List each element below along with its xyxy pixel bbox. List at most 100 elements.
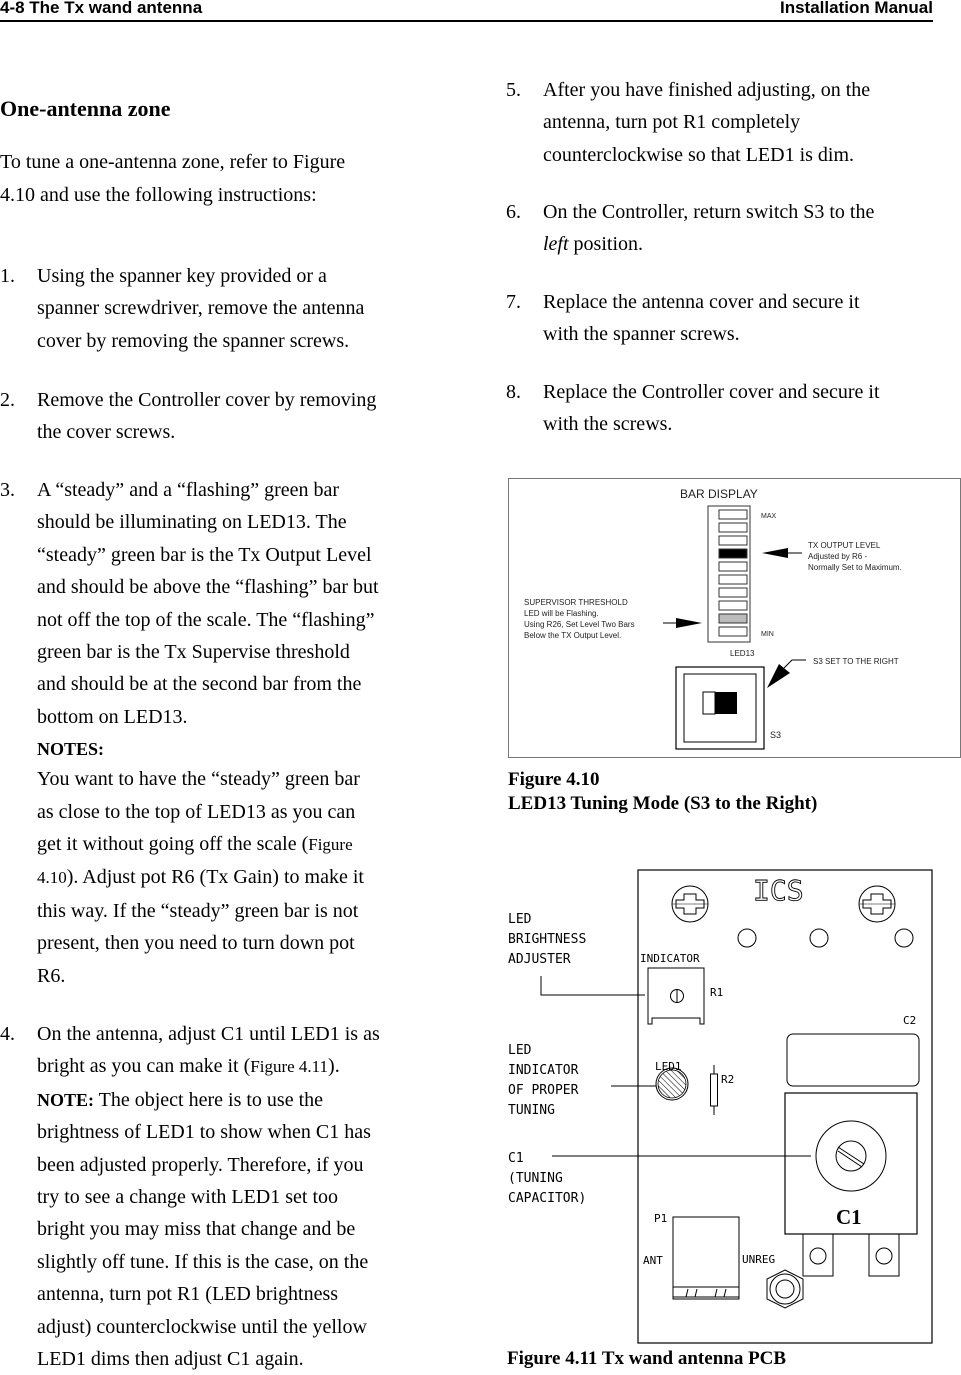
figure-4-10-bar-display: BAR DISPLAY MAX MIN LED13 TX OUTPUT LEVE…: [508, 478, 961, 758]
note-line: present, then you need to turn down pot: [37, 932, 355, 955]
callout-brightness-line: ADJUSTER: [508, 952, 571, 967]
step-line: “steady” green bar is the Tx Output Leve…: [37, 543, 372, 566]
mounting-hole: [809, 928, 829, 948]
led-bar: [718, 626, 748, 637]
note-line: You want to have the “steady” green bar: [37, 768, 360, 791]
s3-label: S3: [770, 730, 781, 740]
step-line: the cover screws.: [37, 421, 176, 444]
step-line: antenna, turn pot R1 completely: [543, 111, 801, 134]
note-line: 4.10). Adjust pot R6 (Tx Gain) to make i…: [37, 861, 437, 894]
supervisor-line: Using R26, Set Level Two Bars: [524, 620, 635, 629]
mounting-hole: [894, 928, 914, 948]
step-line: and should be above the “flashing” bar b…: [37, 576, 379, 599]
step-number: 4.: [0, 1023, 15, 1045]
step-line: Replace the Controller cover and secure …: [543, 381, 880, 403]
supervisor-line: Below the TX Output Level.: [524, 631, 621, 640]
c1-label: C1: [836, 1205, 862, 1229]
c2-component: [786, 1033, 920, 1087]
callout-led-line: LED: [508, 1043, 532, 1058]
figure-4-10-caption: Figure 4.10 LED13 Tuning Mode (S3 to the…: [508, 768, 817, 816]
figure-ref: Figure: [308, 835, 353, 855]
step-number: 1.: [0, 265, 15, 287]
note-line: this way. If the “steady” green bar is n…: [37, 899, 359, 922]
tx-output-line: Adjusted by R6 -: [808, 552, 867, 561]
figure-4-11-caption: Figure 4.11 Tx wand antenna PCB: [507, 1348, 787, 1369]
step-line: green bar is the Tx Supervise threshold: [37, 641, 350, 664]
step-number: 8.: [506, 381, 521, 403]
emphasis-left: left: [543, 233, 569, 256]
callout-led-line: TUNING: [508, 1103, 555, 1118]
page-header: 4-8 The Tx wand antenna Installation Man…: [0, 0, 933, 22]
figure-ref: 4.10: [37, 868, 67, 888]
step-line: cover by removing the spanner screws.: [37, 329, 350, 352]
led-bar: [718, 509, 748, 520]
tx-output-line: Normally Set to Maximum.: [808, 563, 902, 572]
header-manual-title: Installation Manual: [779, 0, 933, 17]
c1-terminal-hole: [875, 1247, 893, 1265]
intro-paragraph: To tune a one-antenna zone, refer to Fig…: [0, 146, 345, 211]
step-line: bright as you can make it (Figure 4.11).: [37, 1050, 447, 1083]
figure-4-11-pcb: ICS INDICATOR R1 C2 LED1 R2 C1 P1 ANT UN…: [508, 869, 933, 1344]
step-text: ).: [328, 1055, 340, 1078]
note-line: LED1 dims then adjust C1 again.: [37, 1348, 304, 1371]
step-line: Replace the antenna cover and secure it: [543, 291, 860, 313]
led-bar: [718, 574, 748, 585]
notes-label: NOTES:: [37, 739, 105, 760]
led-bar-flashing: [718, 613, 748, 624]
c1-terminal: [802, 1233, 834, 1277]
r2-label: R2: [721, 1073, 734, 1086]
max-label: MAX: [761, 513, 777, 520]
bar-display-title: BAR DISPLAY: [680, 487, 758, 501]
supervisor-line: SUPERVISOR THRESHOLD: [524, 598, 628, 607]
note-text: ). Adjust pot R6 (Tx Gain) to make it: [66, 866, 364, 889]
led-bar: [718, 587, 748, 598]
supervisor-line: LED will be Flashing.: [524, 609, 599, 618]
step-line: On the antenna, adjust C1 until LED1 is …: [37, 1023, 380, 1045]
figure-ref: Figure 4.11: [250, 1057, 329, 1077]
note-line: adjust) counterclockwise until the yello…: [37, 1315, 367, 1338]
step-number: 6.: [506, 201, 521, 223]
r1-label: R1: [710, 986, 723, 999]
indicator-label: INDICATOR: [640, 952, 700, 965]
r1-adjust-screw-icon: [670, 989, 684, 1003]
note-line: brightness of LED1 to show when C1 has: [37, 1121, 371, 1144]
callout-c1-line: CAPACITOR): [508, 1191, 586, 1206]
step-line: should be illuminating on LED13. The: [37, 511, 347, 534]
p1-pins: [685, 1288, 727, 1298]
step-line: with the spanner screws.: [543, 323, 740, 346]
caption-line: Figure 4.10: [508, 769, 600, 790]
callout-c1-line: (TUNING: [508, 1171, 563, 1186]
led-bar: [718, 561, 748, 572]
note-label: NOTE:: [37, 1089, 95, 1110]
led-bar: [718, 535, 748, 546]
step-line: A “steady” and a “flashing” green bar: [37, 479, 340, 501]
note-line: R6.: [37, 964, 66, 987]
note-line: bright you may miss that change and be: [37, 1218, 356, 1241]
callout-c1-line: C1: [508, 1151, 524, 1166]
mounting-hole: [737, 928, 757, 948]
step-line: and should be at the second bar from the: [37, 673, 362, 696]
c1-terminal-hole: [809, 1247, 827, 1265]
callout-led-line: INDICATOR: [508, 1063, 579, 1078]
step-line: with the screws.: [543, 413, 673, 436]
step-number: 3.: [0, 479, 15, 501]
step-line: counterclockwise so that LED1 is dim.: [543, 143, 855, 166]
callout-brightness-leader: [540, 976, 645, 996]
led13-label: LED13: [730, 649, 755, 658]
step-number: 5.: [506, 79, 521, 101]
screw-left-icon: [671, 885, 709, 923]
c1-terminal: [868, 1233, 900, 1277]
hex-nut-icon: [766, 1269, 804, 1309]
intro-line: 4.10 and use the following instructions:: [0, 183, 317, 206]
r2-resistor: [710, 1073, 718, 1107]
note-line: NOTE: The object here is to use the: [37, 1084, 447, 1116]
unreg-label: UNREG: [742, 1253, 775, 1266]
r1-potentiometer: [647, 967, 705, 1025]
min-label: MIN: [761, 631, 774, 638]
callout-led-line: OF PROPER: [508, 1083, 579, 1098]
note-line: as close to the top of LED13 as you can: [37, 800, 356, 823]
c1-adjust-screw-icon: [835, 1140, 867, 1172]
step-line: bottom on LED13.: [37, 705, 188, 728]
note-line: try to see a change with LED1 set too: [37, 1186, 339, 1209]
led-bar-steady: [718, 548, 748, 559]
